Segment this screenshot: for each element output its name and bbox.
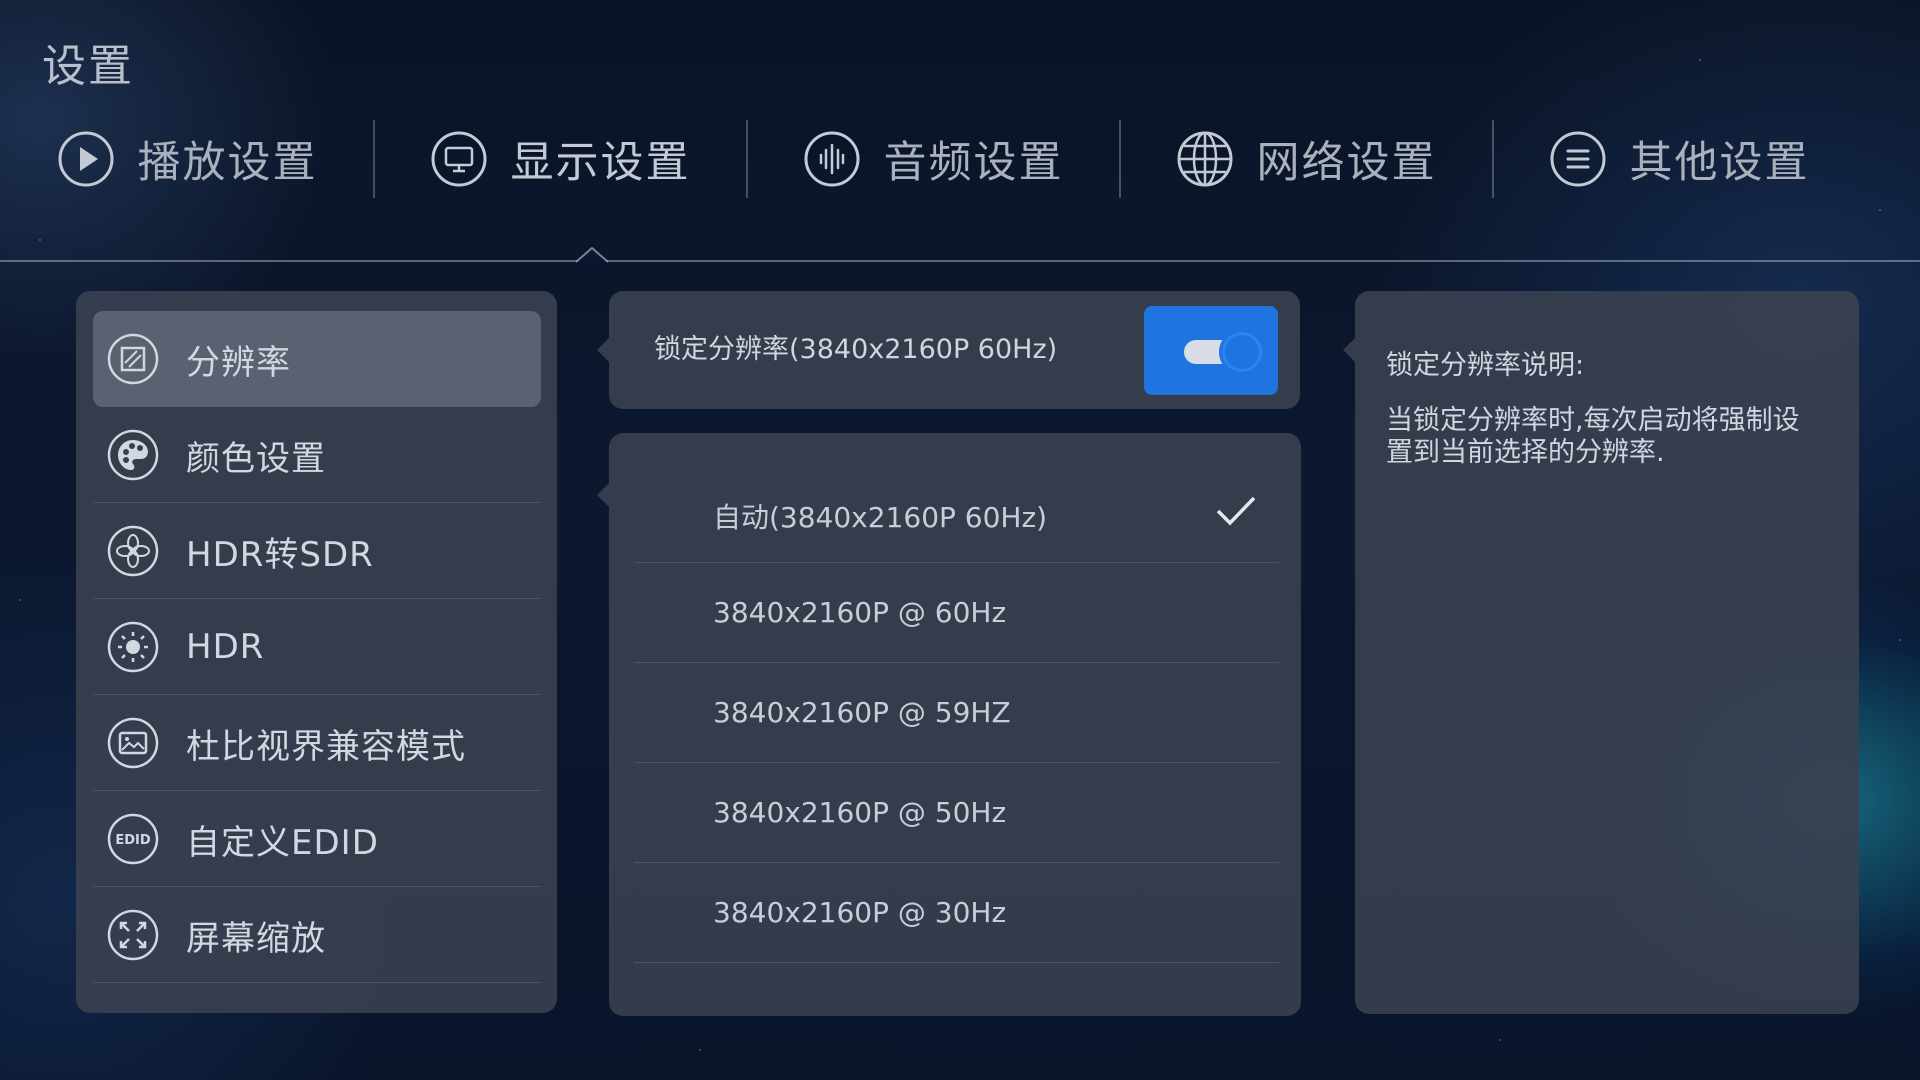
top-tab-bar: 播放设置 显示设置 音频设置 网络设置 其他设置 <box>0 118 1920 200</box>
edid-icon-text: EDID <box>115 833 151 848</box>
resolution-options-list: 自动(3840x2160P 60Hz) 3840x2160P @ 60Hz 38… <box>609 433 1301 1016</box>
toggle-knob <box>1222 332 1262 372</box>
sidebar-item-screen-zoom[interactable]: 屏幕缩放 <box>93 887 541 983</box>
tab-network-settings[interactable]: 网络设置 <box>1119 118 1492 200</box>
resolution-icon <box>106 332 160 386</box>
sidebar-item-dolby-vision-compat[interactable]: 杜比视界兼容模式 <box>93 695 541 791</box>
tab-label: 播放设置 <box>137 138 318 188</box>
sidebar-item-label: HDR <box>186 627 265 667</box>
resolution-option-auto[interactable]: 自动(3840x2160P 60Hz) <box>634 463 1279 563</box>
panel-notch <box>597 483 609 507</box>
active-tab-pointer <box>576 247 608 263</box>
globe-icon <box>1175 129 1235 189</box>
description-title: 锁定分辨率说明: <box>1386 350 1585 381</box>
option-label: 3840x2160P @ 59HZ <box>713 696 1011 729</box>
hdr-brightness-icon <box>106 620 160 674</box>
resolution-option-59hz[interactable]: 3840x2160P @ 59HZ <box>634 663 1279 763</box>
option-label: 3840x2160P @ 30Hz <box>713 896 1007 929</box>
play-circle-icon <box>56 129 116 189</box>
tab-label: 其他设置 <box>1629 138 1810 188</box>
resolution-option-60hz[interactable]: 3840x2160P @ 60Hz <box>634 563 1279 663</box>
tab-other-settings[interactable]: 其他设置 <box>1492 118 1865 200</box>
option-label: 自动(3840x2160P 60Hz) <box>713 501 1048 534</box>
tab-label: 网络设置 <box>1256 138 1437 188</box>
checkmark-icon <box>1216 496 1256 526</box>
lock-resolution-label: 锁定分辨率(3840x2160P 60Hz) <box>654 334 1058 365</box>
tab-divider <box>0 260 1920 262</box>
panel-notch <box>597 338 609 362</box>
tab-playback-settings[interactable]: 播放设置 <box>0 118 373 200</box>
sidebar-item-color-settings[interactable]: 颜色设置 <box>93 407 541 503</box>
sidebar-item-hdr[interactable]: HDR <box>93 599 541 695</box>
monitor-icon <box>429 129 489 189</box>
audio-wave-icon <box>802 129 862 189</box>
sidebar-item-label: 自定义EDID <box>186 822 379 863</box>
expand-arrows-icon <box>106 908 160 962</box>
option-label: 3840x2160P @ 60Hz <box>713 596 1007 629</box>
sidebar-item-hdr-to-sdr[interactable]: HDR转SDR <box>93 503 541 599</box>
panel-notch <box>1343 338 1355 362</box>
tab-audio-settings[interactable]: 音频设置 <box>746 118 1119 200</box>
menu-list-icon <box>1548 129 1608 189</box>
resolution-option-30hz[interactable]: 3840x2160P @ 30Hz <box>634 863 1279 963</box>
edid-icon: EDID <box>106 812 160 866</box>
sidebar-item-label: HDR转SDR <box>186 534 374 575</box>
option-label: 3840x2160P @ 50Hz <box>713 796 1007 829</box>
tab-label: 显示设置 <box>510 138 691 188</box>
hdr-to-sdr-icon <box>106 524 160 578</box>
image-frame-icon <box>106 716 160 770</box>
sidebar-panel: 分辨率 颜色设置 HDR转SDR HDR 杜比视界兼容模式 EDID 自定义ED… <box>76 291 557 1013</box>
palette-icon <box>106 428 160 482</box>
resolution-option-50hz[interactable]: 3840x2160P @ 50Hz <box>634 763 1279 863</box>
divider <box>93 982 541 983</box>
divider <box>634 962 1279 963</box>
lock-resolution-toggle[interactable] <box>1144 306 1278 395</box>
sidebar-item-label: 颜色设置 <box>186 438 326 479</box>
sidebar-item-label: 分辨率 <box>186 342 291 383</box>
tab-display-settings[interactable]: 显示设置 <box>373 118 746 200</box>
sidebar-item-label: 杜比视界兼容模式 <box>186 726 466 767</box>
lock-resolution-card: 锁定分辨率(3840x2160P 60Hz) <box>609 291 1300 409</box>
sidebar-item-resolution[interactable]: 分辨率 <box>93 311 541 407</box>
page-title: 设置 <box>42 41 134 92</box>
sidebar-item-custom-edid[interactable]: EDID 自定义EDID <box>93 791 541 887</box>
description-text: 当锁定分辨率时,每次启动将强制设置到当前选择的分辨率. <box>1386 405 1800 468</box>
tab-label: 音频设置 <box>883 138 1064 188</box>
sidebar-item-label: 屏幕缩放 <box>186 918 326 959</box>
description-panel: 锁定分辨率说明: 当锁定分辨率时,每次启动将强制设置到当前选择的分辨率. <box>1355 291 1859 1014</box>
